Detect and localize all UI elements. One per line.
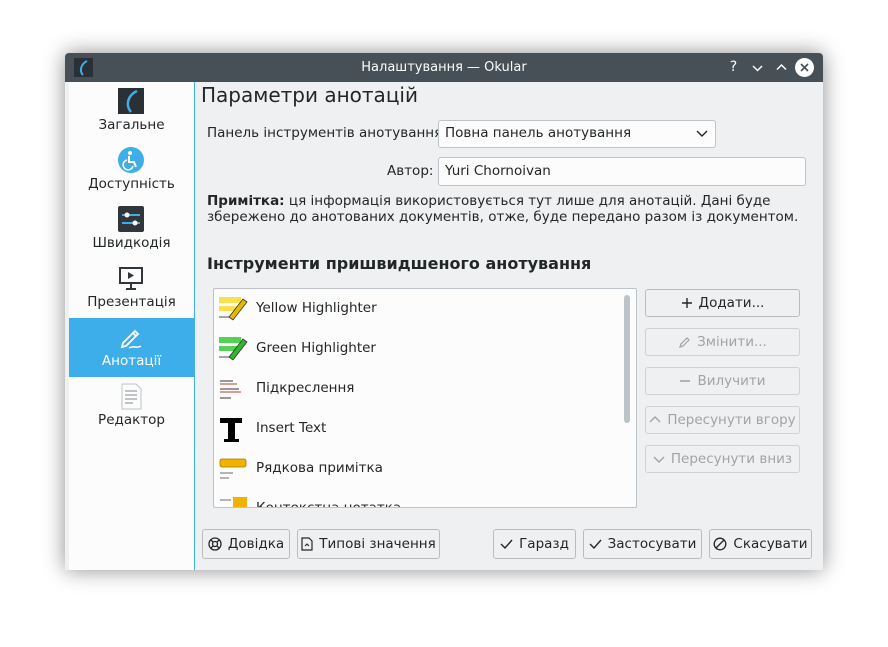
window-title: Налаштування — Okular — [361, 60, 527, 75]
cancel-button[interactable]: Скасувати — [709, 529, 812, 559]
author-input[interactable] — [445, 163, 795, 179]
settings-window: Налаштування — Okular ? Загальне Доступн… — [65, 53, 823, 570]
sidebar-item-performance[interactable]: Швидкодія — [69, 200, 194, 259]
cancel-icon — [713, 537, 727, 551]
close-icon[interactable] — [795, 58, 814, 77]
accessibility-icon — [118, 147, 144, 173]
list-item[interactable]: Yellow Highlighter — [214, 289, 619, 329]
defaults-button[interactable]: Типові значення — [297, 529, 440, 559]
inline-note-icon — [217, 453, 249, 485]
help-icon[interactable]: ? — [724, 58, 743, 77]
underline-icon — [217, 373, 249, 405]
remove-button-label: Вилучити — [697, 373, 766, 389]
document-revert-icon — [301, 537, 313, 551]
list-item[interactable]: Рядкова примітка — [214, 449, 619, 489]
toolbar-select-value: Повна панель анотування — [445, 125, 632, 141]
list-item[interactable]: Insert Text — [214, 409, 619, 449]
move-up-button[interactable]: Пересунути вгору — [645, 406, 800, 434]
tool-label: Green Highlighter — [256, 340, 376, 356]
list-item[interactable]: Green Highlighter — [214, 329, 619, 369]
list-item[interactable]: Контекстна нотатка — [214, 489, 619, 508]
ok-button[interactable]: Гаразд — [493, 529, 576, 559]
insert-text-icon — [217, 413, 249, 445]
toolbar-label: Панель інструментів анотування: — [207, 125, 447, 141]
tool-label: Рядкова примітка — [256, 460, 383, 476]
sidebar-item-label: Доступність — [88, 176, 175, 192]
sidebar-item-label: Презентація — [87, 294, 176, 310]
sidebar-item-label: Швидкодія — [92, 235, 171, 251]
performance-sliders-icon — [118, 206, 144, 232]
add-button[interactable]: Додати... — [645, 289, 800, 317]
minimize-icon[interactable] — [748, 58, 767, 77]
maximize-icon[interactable] — [772, 58, 791, 77]
cancel-button-label: Скасувати — [733, 536, 808, 552]
author-note: Примітка: ця інформація використовується… — [207, 193, 807, 225]
sidebar-item-label: Загальне — [98, 117, 165, 133]
author-label: Автор: — [387, 163, 434, 179]
plus-icon — [681, 298, 692, 308]
popup-note-icon — [217, 493, 249, 507]
tool-label: Контекстна нотатка — [256, 500, 402, 508]
edit-button[interactable]: Змінити... — [645, 328, 800, 356]
chevron-down-icon — [696, 130, 708, 137]
pencil-icon — [679, 336, 690, 348]
toolbar-select[interactable]: Повна панель анотування — [438, 120, 716, 148]
section-title: Інструменти пришвидшеного анотування — [207, 254, 592, 273]
lifebuoy-icon — [208, 537, 222, 551]
tool-label: Insert Text — [256, 420, 327, 436]
move-down-button-label: Пересунути вниз — [670, 451, 793, 467]
sidebar-item-general[interactable]: Загальне — [69, 82, 194, 141]
tool-label: Yellow Highlighter — [256, 300, 377, 316]
checkmark-icon — [500, 539, 513, 550]
chevron-down-icon — [653, 456, 665, 463]
sidebar-item-accessibility[interactable]: Доступність — [69, 141, 194, 200]
tool-label: Підкреслення — [256, 380, 355, 396]
page-title: Параметри анотацій — [201, 83, 418, 107]
add-button-label: Додати... — [698, 295, 765, 311]
settings-sidebar: Загальне Доступність Швидкодія Презентац… — [69, 82, 195, 570]
green-highlighter-icon — [217, 333, 249, 365]
okular-icon — [118, 88, 144, 114]
defaults-button-label: Типові значення — [319, 536, 436, 552]
help-button-label: Довідка — [227, 536, 285, 552]
list-scrollbar[interactable] — [624, 295, 630, 423]
annotation-pen-icon — [120, 329, 142, 349]
move-down-button[interactable]: Пересунути вниз — [645, 445, 800, 473]
sidebar-item-editor[interactable]: Редактор — [69, 377, 194, 436]
note-text: ця інформація використовується тут лише … — [207, 193, 799, 225]
chevron-up-icon — [649, 416, 661, 423]
sidebar-item-annotations[interactable]: Анотації — [69, 318, 194, 377]
quick-tools-list[interactable]: Yellow Highlighter Green Highlighter Під… — [213, 288, 637, 508]
list-item[interactable]: Підкреслення — [214, 369, 619, 409]
note-bold: Примітка: — [207, 193, 285, 209]
move-up-button-label: Пересунути вгору — [667, 412, 796, 428]
apply-button[interactable]: Застосувати — [583, 529, 702, 559]
checkmark-icon — [589, 539, 602, 550]
minus-icon — [680, 380, 691, 382]
edit-button-label: Змінити... — [697, 334, 767, 350]
title-bar[interactable]: Налаштування — Okular ? — [65, 53, 823, 82]
help-button[interactable]: Довідка — [202, 529, 290, 559]
yellow-highlighter-icon — [217, 293, 249, 325]
apply-button-label: Застосувати — [607, 536, 697, 552]
presentation-icon — [119, 267, 143, 290]
remove-button[interactable]: Вилучити — [645, 367, 800, 395]
author-field[interactable] — [438, 157, 806, 186]
ok-button-label: Гаразд — [519, 536, 569, 552]
sidebar-item-presentation[interactable]: Презентація — [69, 259, 194, 318]
sidebar-item-label: Анотації — [101, 353, 162, 369]
sidebar-item-label: Редактор — [98, 412, 165, 428]
editor-document-icon — [121, 383, 142, 410]
